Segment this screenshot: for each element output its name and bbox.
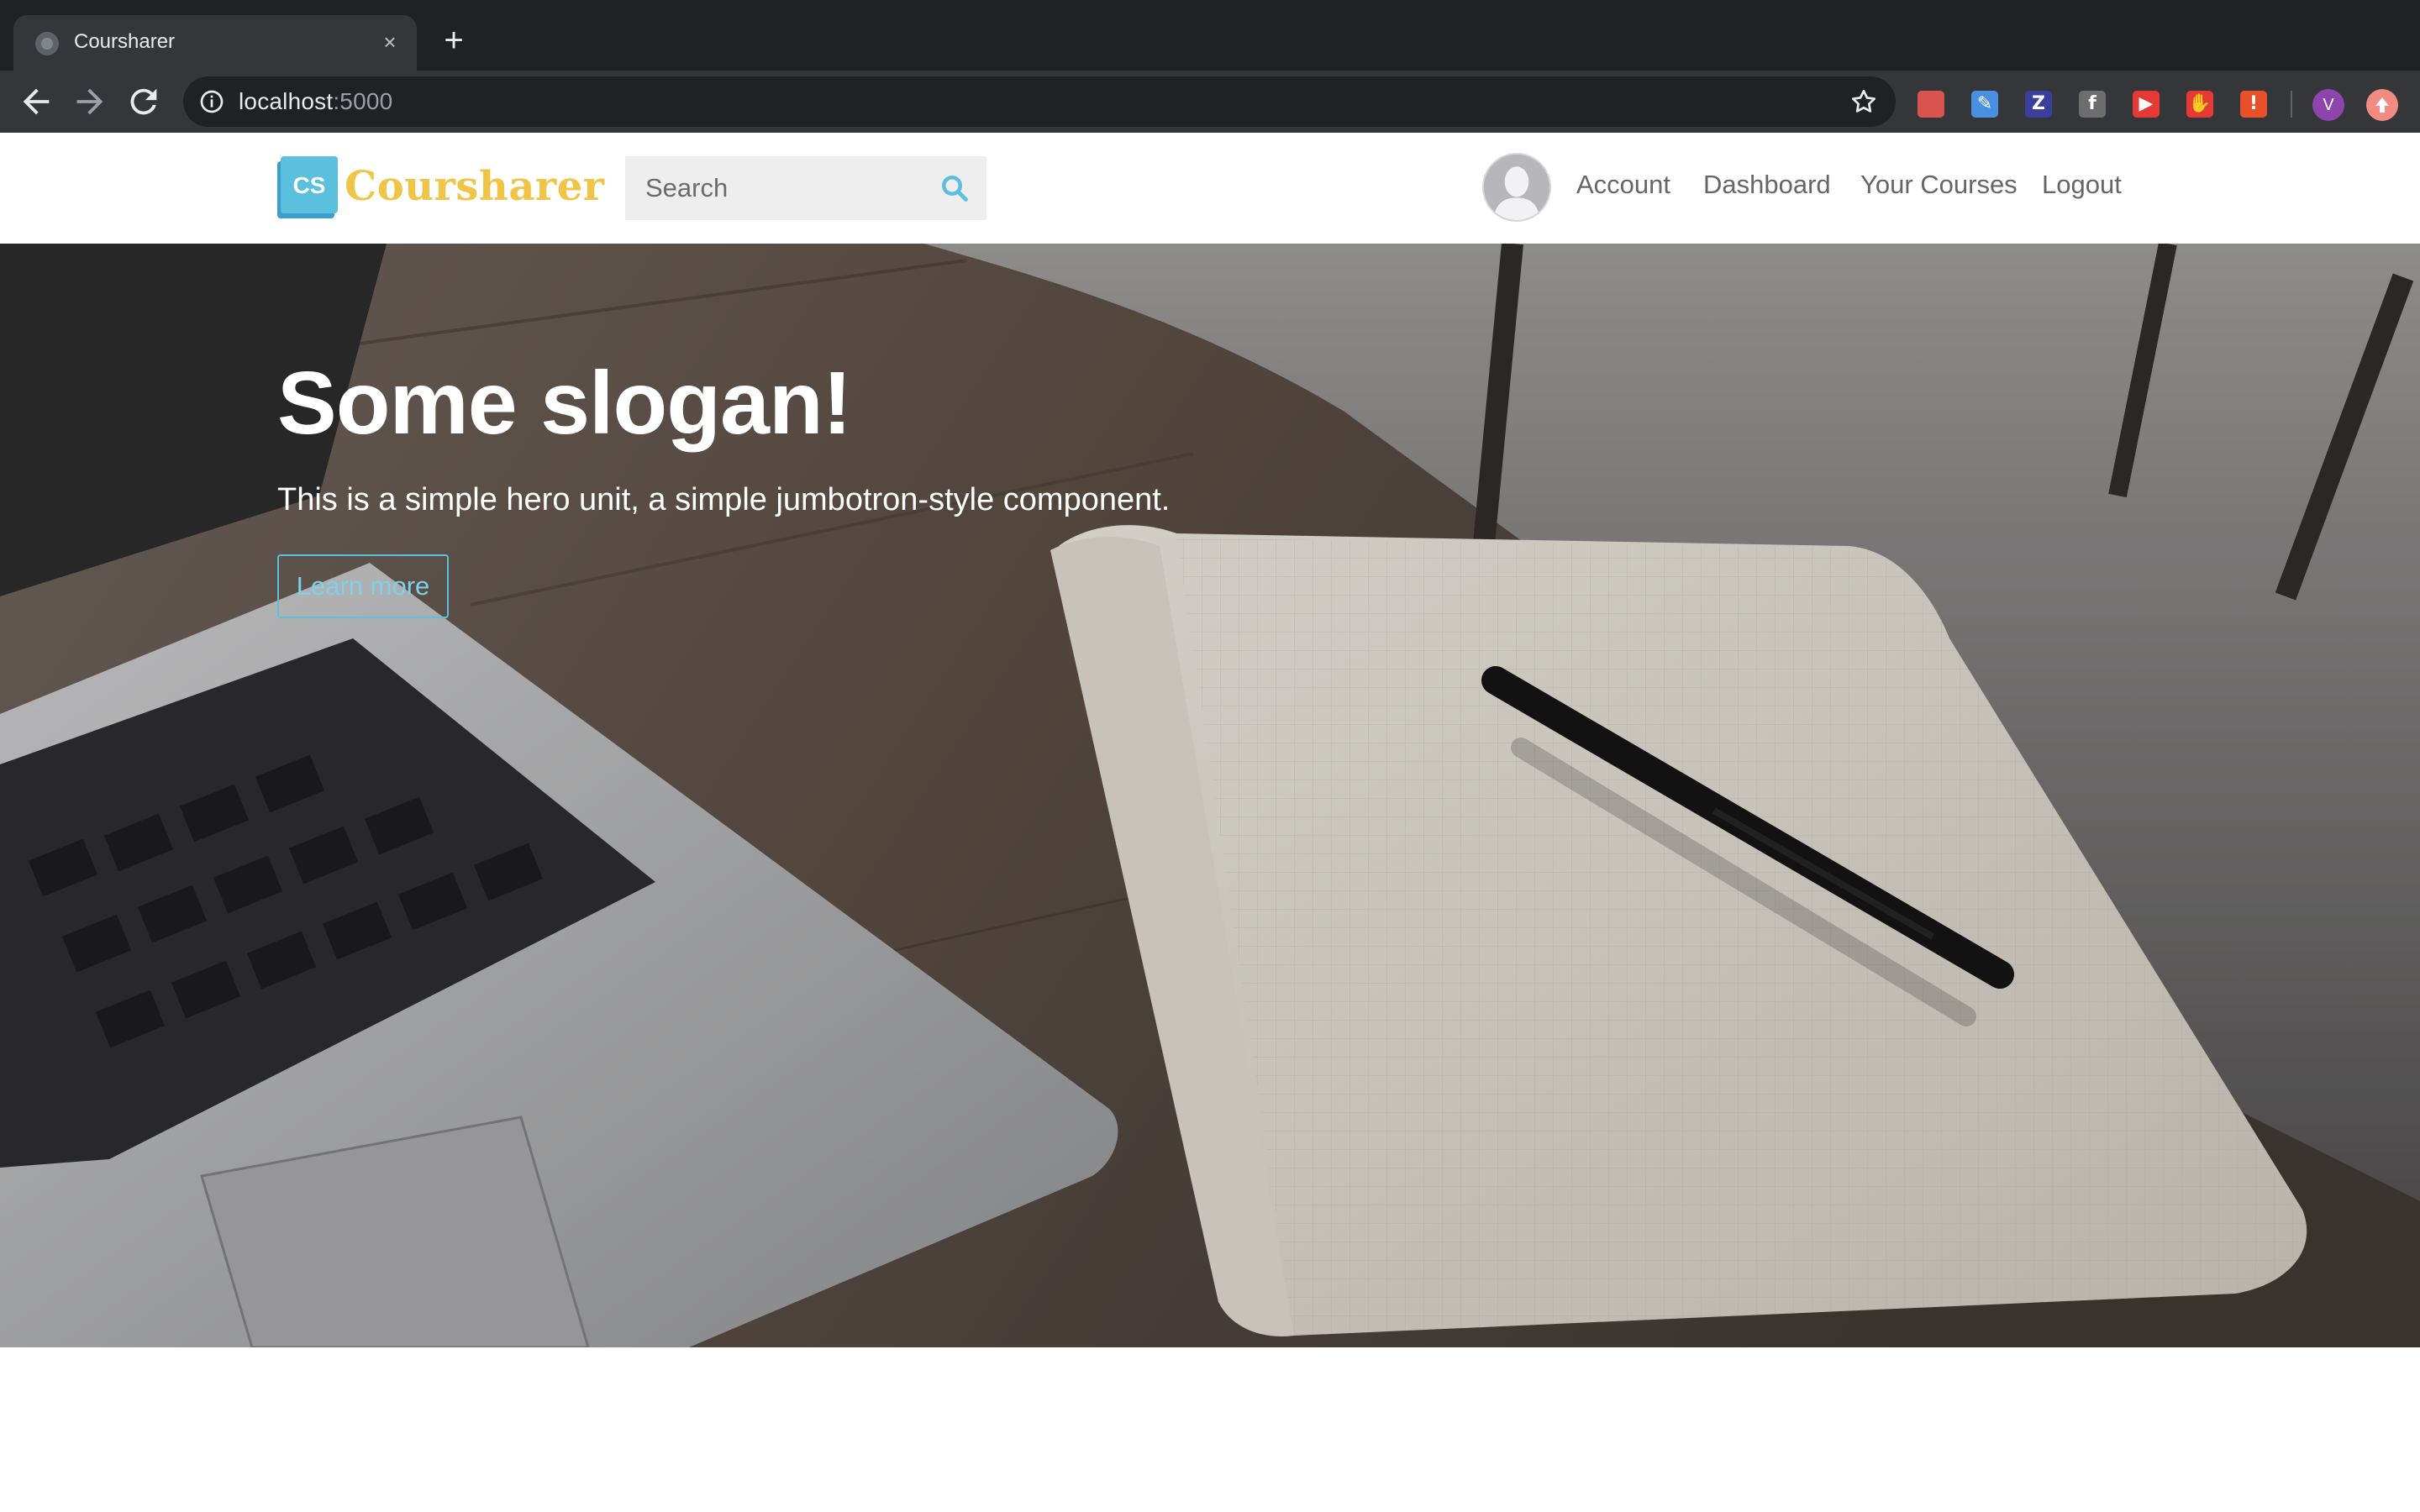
user-silhouette-icon	[1484, 155, 1549, 220]
browser-tabstrip: Coursharer × +	[0, 0, 2420, 71]
nav-your-courses-link[interactable]: Your Courses	[1860, 170, 2018, 200]
nav-account-link[interactable]: Account	[1576, 170, 1670, 200]
user-avatar[interactable]	[1482, 153, 1551, 222]
highlighter-extension-icon[interactable]: ✎	[1971, 91, 1998, 118]
update-icon[interactable]	[2366, 89, 2398, 121]
search-icon[interactable]	[939, 173, 970, 203]
logo-badge-text: CS	[293, 172, 326, 198]
alert-extension-icon[interactable]: !	[2240, 91, 2267, 118]
hand-block-extension-icon[interactable]: ✋	[2186, 91, 2213, 118]
toolbar-separator	[2291, 91, 2292, 118]
back-arrow-icon[interactable]	[17, 82, 55, 121]
address-bar[interactable]: localhost:5000	[183, 76, 1896, 127]
logo-badge-icon: CS	[277, 156, 338, 218]
close-tab-icon[interactable]: ×	[375, 27, 405, 57]
hero-jumbotron: Some slogan! This is a simple hero unit,…	[0, 244, 2420, 1347]
learn-more-button[interactable]: Learn more	[277, 554, 449, 618]
search-box	[625, 156, 986, 220]
logo-text: Coursharer	[345, 163, 605, 210]
url-text: localhost:5000	[239, 88, 393, 114]
reload-icon[interactable]	[124, 82, 163, 121]
hero-subtitle: This is a simple hero unit, a simple jum…	[277, 482, 1171, 517]
youtube-extension-icon[interactable]: ▶	[2133, 91, 2160, 118]
info-icon[interactable]	[198, 88, 225, 115]
forward-arrow-icon[interactable]	[71, 82, 109, 121]
profile-avatar[interactable]: V	[2312, 89, 2344, 121]
red-book-extension-icon[interactable]	[1918, 91, 1944, 118]
globe-icon	[35, 32, 59, 55]
site-navbar: CS Coursharer Account Dashboard Your Cou…	[0, 133, 2420, 244]
new-tab-icon[interactable]: +	[435, 24, 472, 60]
hero-title: Some slogan!	[277, 354, 852, 453]
nav-dashboard-link[interactable]: Dashboard	[1703, 170, 1831, 200]
browser-tab[interactable]: Coursharer ×	[13, 15, 417, 71]
nav-logout-link[interactable]: Logout	[2042, 170, 2122, 200]
bookmark-star-icon[interactable]	[1849, 87, 1879, 117]
browser-toolbar: localhost:5000 ✎ Zf ▶ ✋! V	[0, 71, 2420, 133]
facebook-extension-icon[interactable]: f	[2079, 91, 2106, 118]
tab-title: Coursharer	[74, 30, 176, 53]
z-extension-icon[interactable]: Z	[2025, 91, 2052, 118]
search-input[interactable]	[625, 156, 928, 220]
